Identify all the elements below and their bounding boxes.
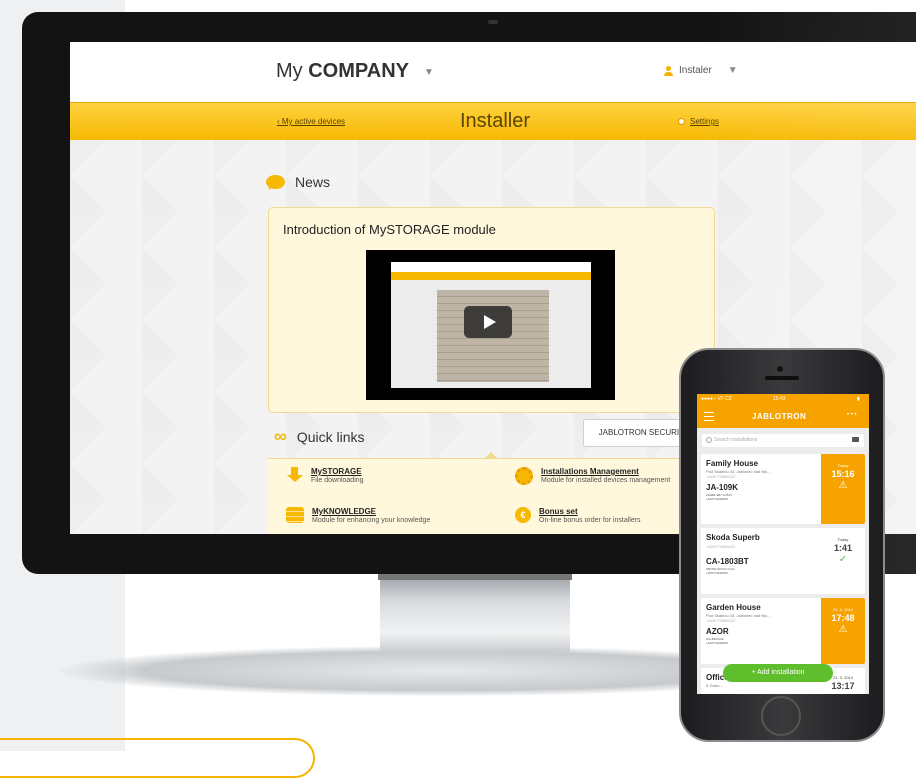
link-icon: ∞ bbox=[274, 426, 287, 446]
status-time: 17:48 bbox=[831, 613, 855, 623]
phone-speaker bbox=[765, 376, 799, 380]
status-time: 15:16 bbox=[831, 469, 855, 479]
search-icon bbox=[706, 437, 712, 443]
quick-link-subtitle: Module for installed devices management bbox=[541, 477, 671, 484]
warning-icon: ⚠ bbox=[838, 480, 848, 491]
nav-bar: ‹ My active devices Installer Settings bbox=[70, 102, 916, 141]
monitor-stand-neck bbox=[380, 574, 570, 652]
installation-status-panel: 21. 3. 2014 17:48 ⚠ bbox=[821, 598, 865, 664]
quick-link-installations-management[interactable]: Installations Management Module for insta… bbox=[515, 467, 670, 485]
books-icon bbox=[286, 507, 304, 523]
home-button[interactable] bbox=[761, 696, 801, 736]
quick-link-title: MySTORAGE bbox=[311, 467, 362, 476]
installation-model: AZOR bbox=[706, 627, 729, 636]
phone-camera bbox=[777, 366, 783, 372]
clock-label: 15:43 bbox=[773, 396, 786, 402]
company-chevron-down-icon[interactable]: ▼ bbox=[424, 67, 434, 78]
app-title: JABLOTRON bbox=[752, 412, 807, 421]
user-icon bbox=[664, 65, 673, 76]
installation-serial: CBYPD-KRJ47-CCAI +420774436456 bbox=[706, 567, 735, 575]
video-thumb-navbar bbox=[391, 272, 591, 280]
installation-phone: +420773481622 bbox=[706, 544, 736, 549]
chat-bubble-icon bbox=[266, 175, 285, 189]
installation-model: JA-109K bbox=[706, 483, 739, 492]
news-header: News bbox=[266, 174, 330, 190]
installation-phone: +420773481622 bbox=[706, 618, 736, 623]
news-article-title: Introduction of MySTORAGE module bbox=[283, 222, 496, 237]
top-bar: My COMPANY ▼ Instaler ▼ bbox=[70, 42, 916, 102]
quick-links-header: ∞ Quick links bbox=[274, 426, 365, 447]
installation-status-panel: Today 15:16 ⚠ bbox=[821, 454, 865, 524]
installation-name: Skoda Superb bbox=[706, 533, 760, 542]
check-icon: ✓ bbox=[838, 554, 848, 565]
camera-icon[interactable] bbox=[852, 437, 859, 442]
decorative-outline bbox=[0, 738, 315, 778]
warning-icon: ⚠ bbox=[838, 624, 848, 635]
more-icon[interactable]: • • • bbox=[847, 412, 857, 418]
installation-card[interactable]: Family House Pod Skalnou 33, Jablonec na… bbox=[701, 454, 865, 524]
status-date: Today bbox=[837, 463, 849, 468]
add-installation-button[interactable]: + Add installation bbox=[723, 664, 833, 682]
battery-icon: ▮ bbox=[857, 396, 860, 402]
hamburger-menu-icon[interactable] bbox=[704, 412, 714, 421]
quick-link-bonus-set[interactable]: € Bonus set On-line bonus order for insta… bbox=[515, 507, 641, 524]
status-time: 13:17 bbox=[831, 681, 855, 691]
installation-serial: AIA-8403-KE +420774436456 bbox=[706, 637, 728, 645]
installation-serial: ZH4BF-9B7-LOK3Y +420774436456 bbox=[706, 493, 733, 501]
download-icon bbox=[286, 467, 303, 484]
gear-icon bbox=[515, 467, 533, 485]
quick-link-subtitle: On-line bonus order for installers bbox=[539, 517, 641, 524]
page-title: Installer bbox=[460, 110, 531, 132]
installation-name: Garden House bbox=[706, 603, 761, 612]
news-panel: Introduction of MySTORAGE module bbox=[268, 207, 715, 413]
mobile-screen: ●●●●○ VF CZ 15:43 ▮ JABLOTRON • • • Sear… bbox=[697, 394, 869, 694]
status-time: 1:41 bbox=[833, 543, 852, 553]
quick-link-subtitle: File downloading bbox=[311, 477, 364, 484]
app-header: JABLOTRON • • • bbox=[697, 404, 869, 428]
installation-model: CA-1803BT bbox=[706, 557, 749, 566]
video-player[interactable] bbox=[366, 250, 615, 400]
monitor-stand-joint bbox=[378, 574, 572, 580]
quick-link-title: Installations Management bbox=[541, 467, 639, 476]
company-name: COMPANY bbox=[308, 60, 409, 82]
company-prefix: My bbox=[276, 60, 303, 82]
installation-name: Family House bbox=[706, 459, 759, 468]
video-thumb-header bbox=[391, 262, 591, 272]
user-name: Instaler bbox=[679, 65, 712, 76]
status-date: 21. 3. 2014 bbox=[832, 607, 854, 612]
user-menu[interactable]: Instaler ▼ bbox=[664, 65, 738, 76]
settings-link[interactable]: Settings bbox=[678, 117, 719, 126]
quick-link-mystorage[interactable]: MySTORAGE File downloading bbox=[286, 467, 364, 484]
settings-label: Settings bbox=[690, 117, 719, 126]
installation-status-panel: Today 1:41 ✓ bbox=[821, 528, 865, 594]
my-active-devices-link[interactable]: ‹ My active devices bbox=[277, 117, 345, 126]
quick-links-panel: MySTORAGE File downloading MyKNOWLEDGE Mod… bbox=[268, 458, 713, 534]
search-input[interactable]: Search installations bbox=[702, 434, 864, 447]
play-icon[interactable] bbox=[464, 306, 512, 338]
quick-links-heading: Quick links bbox=[296, 428, 365, 445]
quick-link-title: Bonus set bbox=[539, 507, 578, 516]
search-placeholder: Search installations bbox=[714, 437, 758, 443]
quick-link-myknowledge[interactable]: MyKNOWLEDGE Module for enhancing your kno… bbox=[286, 507, 430, 524]
news-heading: News bbox=[295, 174, 331, 190]
coin-icon: € bbox=[515, 507, 531, 523]
quick-link-subtitle: Module for enhancing your knowledge bbox=[312, 517, 431, 524]
status-bar: ●●●●○ VF CZ 15:43 ▮ bbox=[697, 394, 869, 404]
quick-link-title: MyKNOWLEDGE bbox=[312, 507, 376, 516]
monitor-camera bbox=[488, 20, 498, 24]
status-date: Today bbox=[837, 537, 849, 542]
settings-gear-icon bbox=[678, 118, 685, 125]
installation-card[interactable]: Garden House Pod Skalnou 33, Jablonec na… bbox=[701, 598, 865, 664]
installation-card[interactable]: Skoda Superb +420773481622 CA-1803BT CBY… bbox=[701, 528, 865, 594]
company-selector[interactable]: My COMPANY bbox=[276, 60, 409, 83]
carrier-label: ●●●●○ VF CZ bbox=[701, 396, 732, 402]
user-chevron-down-icon: ▼ bbox=[727, 65, 738, 76]
installation-address: K Dubu... bbox=[706, 683, 723, 688]
smartphone: ●●●●○ VF CZ 15:43 ▮ JABLOTRON • • • Sear… bbox=[679, 348, 885, 742]
installation-phone: +420773481622 bbox=[706, 474, 736, 479]
